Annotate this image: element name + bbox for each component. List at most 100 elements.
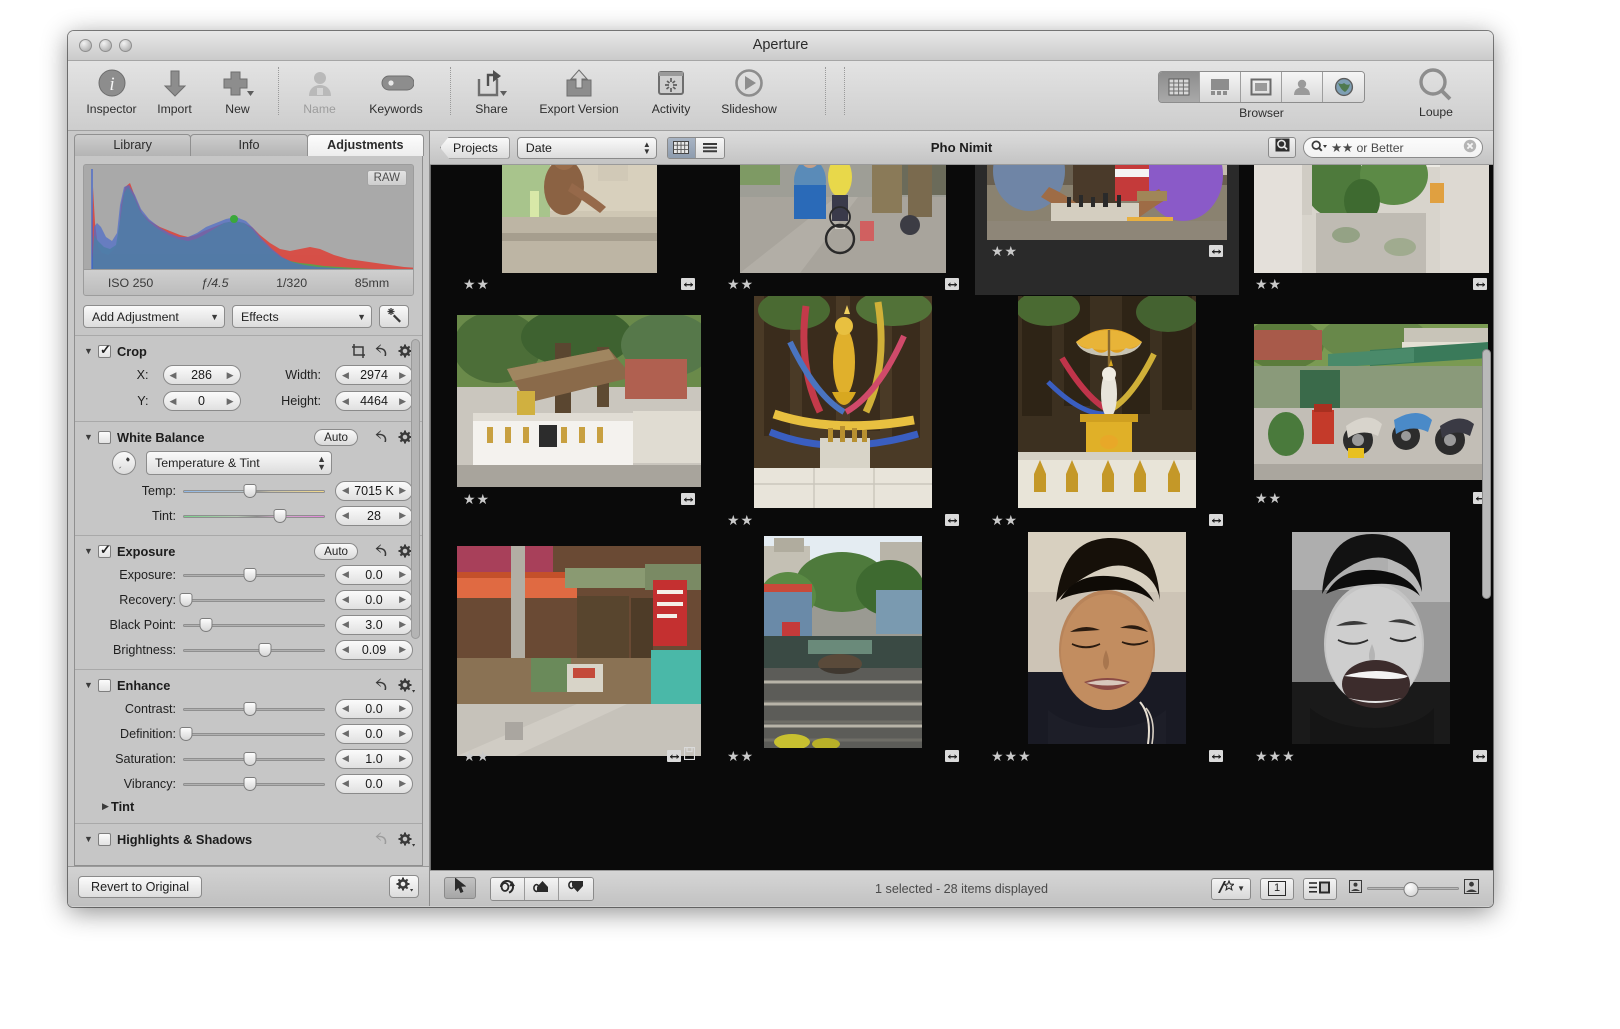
disclosure-triangle-icon[interactable]: ▼ <box>84 680 93 690</box>
thumbnail-cell[interactable]: ★★ <box>711 165 975 295</box>
reset-icon[interactable] <box>374 430 390 444</box>
hillside-stairs-thumbnail[interactable] <box>764 536 922 748</box>
slider-knob[interactable] <box>243 483 257 498</box>
right-arrow-icon[interactable]: ▶ <box>227 396 234 407</box>
search-input[interactable]: ★★ or Better <box>1303 137 1483 158</box>
left-arrow-icon[interactable]: ◀ <box>342 510 349 521</box>
revert-to-original-button[interactable]: Revert to Original <box>78 875 202 898</box>
star-rating[interactable]: ★★ <box>1255 276 1282 293</box>
thumbnail-grid[interactable]: ★★ ★★ ★★ ★★ ★★ ★★ ★★ ★★ ★★ ★★ ★★★ ★★★ <box>430 165 1493 870</box>
left-arrow-icon[interactable]: ◀ <box>342 396 349 407</box>
thumbnail-cell[interactable]: ★★ <box>447 531 711 767</box>
definition-slider[interactable] <box>179 726 325 741</box>
stamp-tool-button[interactable] <box>559 877 593 900</box>
crop-checkbox[interactable] <box>98 342 111 358</box>
right-arrow-icon[interactable]: ▶ <box>399 396 406 407</box>
tab-library[interactable]: Library <box>74 134 192 156</box>
list-layout-button[interactable] <box>1303 877 1337 900</box>
star-rating[interactable]: ★★ <box>463 748 490 765</box>
section-header[interactable]: ▼ White Balance Auto <box>75 426 422 448</box>
thumbnail-cell[interactable]: ★★ <box>975 165 1239 295</box>
star-rating[interactable]: ★★★ <box>1255 748 1296 765</box>
right-arrow-icon[interactable]: ▶ <box>399 619 406 630</box>
reset-icon[interactable] <box>374 832 390 846</box>
slider-knob[interactable] <box>258 642 272 657</box>
right-arrow-icon[interactable]: ▶ <box>399 485 406 496</box>
crop-width-stepper[interactable]: ◀ 2974 ▶ <box>335 365 413 385</box>
crop-x-stepper[interactable]: ◀ 286 ▶ <box>162 365 241 385</box>
thumbnail-cell[interactable]: ★★★ <box>975 531 1239 767</box>
reset-icon[interactable] <box>374 344 390 358</box>
smiling-young-man-thumbnail[interactable] <box>1028 532 1186 744</box>
enhance-checkbox[interactable] <box>98 678 111 692</box>
toolbar-loupe-button[interactable]: Loupe <box>1401 68 1471 119</box>
thumbnail-cell[interactable]: ★★ <box>447 295 711 531</box>
thumbnail-size-slider[interactable] <box>1349 878 1479 899</box>
slider-knob[interactable] <box>179 592 193 607</box>
temp-stepper[interactable]: ◀ 7015 K ▶ <box>335 480 413 501</box>
left-arrow-icon[interactable]: ◀ <box>342 778 349 789</box>
black-point-slider[interactable] <box>183 617 325 632</box>
white-balance-auto-button[interactable]: Auto <box>314 428 358 446</box>
wooden-shophouse-thumbnail[interactable] <box>457 546 701 756</box>
inspector-action-menu-button[interactable] <box>389 875 419 898</box>
enhance-tint-subsection[interactable]: ▶ Tint <box>75 796 422 816</box>
disclosure-triangle-icon[interactable]: ▼ <box>84 432 93 442</box>
toolbar-name-button[interactable]: Name <box>288 61 351 116</box>
left-arrow-icon[interactable]: ◀ <box>342 569 349 580</box>
right-arrow-icon[interactable]: ▶ <box>399 728 406 739</box>
slider-knob[interactable] <box>179 726 193 741</box>
white-balance-mode-popup[interactable]: Temperature & Tint ▲ ▼ <box>146 451 332 475</box>
lift-tool-button[interactable] <box>525 877 559 900</box>
highlights-shadows-checkbox[interactable] <box>98 832 111 846</box>
thumbnail-cell[interactable]: ★★★ <box>1239 531 1493 767</box>
viewer-view-button[interactable] <box>1241 72 1282 102</box>
clear-icon[interactable] <box>1463 139 1477 156</box>
laughing-man-bw-thumbnail[interactable] <box>1292 532 1450 744</box>
men-playing-chess-thumbnail[interactable] <box>987 165 1227 240</box>
star-rating[interactable]: ★★ <box>1255 490 1282 507</box>
sort-order-popup[interactable]: Date ▲ ▼ <box>516 136 657 159</box>
thumbnail-cell[interactable]: ★★ <box>711 531 975 767</box>
slider-knob[interactable] <box>1403 882 1419 897</box>
tab-info[interactable]: Info <box>190 134 308 156</box>
cyclist-street-thumbnail[interactable] <box>740 165 946 273</box>
split-view-button[interactable] <box>1200 72 1241 102</box>
tint-slider[interactable] <box>183 508 325 523</box>
section-header[interactable]: ▼ Enhance <box>75 674 422 696</box>
thumbnail-cell[interactable]: ★★ <box>975 295 1239 531</box>
temp-slider[interactable] <box>183 483 325 498</box>
page-count-button[interactable]: 1 <box>1260 877 1294 900</box>
quick-brush-button[interactable] <box>379 305 409 328</box>
toolbar-slideshow-button[interactable]: Slideshow <box>707 61 791 116</box>
section-header[interactable]: ▼ Crop <box>75 340 422 362</box>
grid-scrollbar[interactable] <box>1482 169 1491 866</box>
scrollbar-thumb[interactable] <box>1482 349 1491 599</box>
disclosure-triangle-icon[interactable]: ▼ <box>84 834 93 844</box>
exposure-stepper[interactable]: ◀ 0.0 ▶ <box>335 564 413 585</box>
magnifier-button[interactable] <box>1268 137 1296 158</box>
scrollbar-thumb[interactable] <box>411 339 420 639</box>
toolbar-activity-button[interactable]: Activity <box>635 61 707 116</box>
right-arrow-icon[interactable]: ▶ <box>399 370 406 381</box>
crop-tool-icon[interactable] <box>351 343 366 359</box>
effects-popup[interactable]: Effects ▼ <box>232 305 372 328</box>
toolbar-export-version-button[interactable]: Export Version <box>523 61 635 116</box>
toolbar-keywords-button[interactable]: Keywords <box>351 61 441 116</box>
slider-knob[interactable] <box>243 701 257 716</box>
disclosure-triangle-collapsed-icon[interactable]: ▶ <box>84 801 109 812</box>
right-arrow-icon[interactable]: ▶ <box>399 703 406 714</box>
right-arrow-icon[interactable]: ▶ <box>399 510 406 521</box>
man-sitting-wall-thumbnail[interactable] <box>501 165 657 273</box>
white-shrine-tree-thumbnail[interactable] <box>457 314 701 487</box>
crop-height-stepper[interactable]: ◀ 4464 ▶ <box>335 391 413 411</box>
left-arrow-icon[interactable]: ◀ <box>342 619 349 630</box>
eyedropper-icon[interactable] <box>112 451 136 475</box>
brightness-slider[interactable] <box>183 642 325 657</box>
left-arrow-icon[interactable]: ◀ <box>170 396 177 407</box>
right-arrow-icon[interactable]: ▶ <box>227 370 234 381</box>
saturation-slider[interactable] <box>183 751 325 766</box>
left-arrow-icon[interactable]: ◀ <box>170 370 177 381</box>
star-rating[interactable]: ★★★ <box>991 748 1032 765</box>
left-arrow-icon[interactable]: ◀ <box>342 703 349 714</box>
